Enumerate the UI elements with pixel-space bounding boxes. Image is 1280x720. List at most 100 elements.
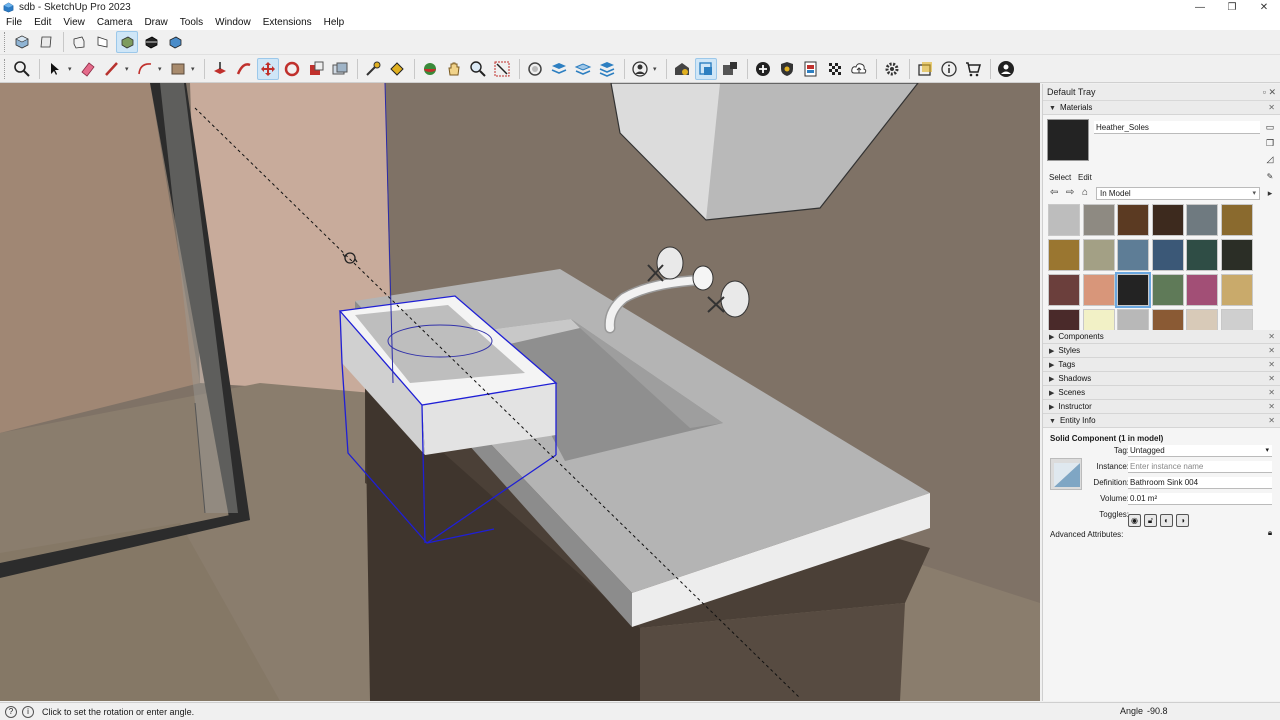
lock-icon[interactable]: 🔒︎ xyxy=(1265,528,1275,539)
material-swatch[interactable] xyxy=(1151,204,1184,236)
material-swatch[interactable] xyxy=(1151,239,1184,271)
create-material-icon[interactable]: ❒ xyxy=(1264,137,1276,149)
measurements-input[interactable]: -90.8 xyxy=(1147,706,1168,716)
close-icon[interactable]: ✕ xyxy=(1268,400,1275,414)
home-icon[interactable]: ⌂ xyxy=(1082,187,1088,198)
menu-draw[interactable]: Draw xyxy=(138,15,173,30)
move-icon[interactable] xyxy=(257,58,279,80)
materials-panel-header[interactable]: ▼ Materials ✕ xyxy=(1043,101,1280,115)
minimize-button[interactable]: — xyxy=(1184,0,1216,15)
tape-measure-icon[interactable] xyxy=(362,58,384,80)
material-swatch[interactable] xyxy=(1048,204,1080,236)
menu-view[interactable]: View xyxy=(57,15,91,30)
material-swatch[interactable] xyxy=(1220,204,1253,236)
maximize-button[interactable]: ❐ xyxy=(1216,0,1248,15)
default-material-icon[interactable]: ◿ xyxy=(1264,153,1276,165)
tray-pin-close-icon[interactable]: ▫ ✕ xyxy=(1263,84,1276,101)
material-swatch[interactable] xyxy=(1151,309,1184,330)
current-material-swatch[interactable] xyxy=(1047,119,1089,161)
material-swatch[interactable] xyxy=(1048,309,1080,330)
scene-icon[interactable] xyxy=(914,58,936,80)
instructor-panel-header[interactable]: ▶ Instructor ✕ xyxy=(1043,400,1280,414)
chevron-down-icon[interactable]: ▾ xyxy=(158,65,164,73)
zoom-extents-icon[interactable] xyxy=(11,58,33,80)
eyedropper-icon[interactable]: ✎ xyxy=(1264,171,1276,183)
chevron-down-icon[interactable]: ▾ xyxy=(125,65,131,73)
forward-arrow-icon[interactable]: ⇨ xyxy=(1066,187,1074,198)
cast-shadows-icon[interactable]: ◑ xyxy=(1176,514,1189,527)
rectangle-icon[interactable] xyxy=(167,58,189,80)
material-swatch[interactable] xyxy=(1082,204,1115,236)
zoom-icon[interactable] xyxy=(467,58,489,80)
back-arrow-icon[interactable]: ⇦ xyxy=(1050,187,1058,198)
cart-icon[interactable] xyxy=(962,58,984,80)
info-icon[interactable] xyxy=(938,58,960,80)
chevron-down-icon[interactable]: ▾ xyxy=(68,65,74,73)
toolbar-grip[interactable] xyxy=(4,59,7,79)
arc-icon[interactable] xyxy=(134,58,156,80)
close-icon[interactable]: ✕ xyxy=(1268,101,1275,115)
material-swatch[interactable] xyxy=(1186,239,1218,271)
profile-icon[interactable] xyxy=(995,58,1017,80)
material-swatch[interactable] xyxy=(1220,274,1253,306)
material-swatch[interactable] xyxy=(1186,274,1218,306)
layers-alt-icon[interactable] xyxy=(596,58,618,80)
section-plane-icon[interactable] xyxy=(524,58,546,80)
material-library-select[interactable]: In Model ▾ xyxy=(1096,187,1260,200)
eraser-icon[interactable] xyxy=(77,58,99,80)
chevron-down-icon[interactable]: ▾ xyxy=(653,65,659,73)
menu-extensions[interactable]: Extensions xyxy=(257,15,318,30)
close-button[interactable]: ✕ xyxy=(1248,0,1280,15)
display-secondary-icon[interactable]: ▭ xyxy=(1264,121,1276,133)
back-view-icon[interactable] xyxy=(116,31,138,53)
tab-select[interactable]: Select xyxy=(1049,173,1071,182)
warehouse-icon[interactable] xyxy=(671,58,693,80)
toolbar-grip[interactable] xyxy=(4,32,7,52)
geo-location-icon[interactable]: ? xyxy=(5,705,17,718)
close-icon[interactable]: ✕ xyxy=(1268,372,1275,386)
cloud-upload-icon[interactable] xyxy=(848,58,870,80)
close-icon[interactable]: ✕ xyxy=(1268,386,1275,400)
material-swatch[interactable] xyxy=(1082,239,1115,271)
material-swatch[interactable] xyxy=(1082,274,1115,306)
follow-me-icon[interactable] xyxy=(233,58,255,80)
paint-bucket-icon[interactable] xyxy=(386,58,408,80)
components-panel-header[interactable]: ▶ Components ✕ xyxy=(1043,330,1280,344)
instance-name-input[interactable]: Enter instance name xyxy=(1128,461,1272,473)
component-select-icon[interactable] xyxy=(695,58,717,80)
scenes-panel-header[interactable]: ▶ Scenes ✕ xyxy=(1043,386,1280,400)
checker-icon[interactable] xyxy=(824,58,846,80)
top-view-icon[interactable] xyxy=(35,31,57,53)
iso-view-icon[interactable] xyxy=(11,31,33,53)
scene-canvas[interactable] xyxy=(0,83,1040,701)
menu-window[interactable]: Window xyxy=(209,15,257,30)
select-arrow-icon[interactable] xyxy=(44,58,66,80)
material-swatch[interactable] xyxy=(1048,239,1080,271)
bottom-view-icon[interactable] xyxy=(164,31,186,53)
eye-visibility-icon[interactable]: ◉ xyxy=(1128,514,1141,527)
menu-file[interactable]: File xyxy=(0,15,28,30)
zoom-window-icon[interactable] xyxy=(491,58,513,80)
material-swatch[interactable] xyxy=(1151,274,1184,306)
push-pull-icon[interactable] xyxy=(209,58,231,80)
material-swatch[interactable] xyxy=(1117,239,1149,271)
close-icon[interactable]: ✕ xyxy=(1268,358,1275,372)
close-icon[interactable]: ✕ xyxy=(1268,330,1275,344)
scale-icon[interactable] xyxy=(305,58,327,80)
shield-icon[interactable] xyxy=(776,58,798,80)
chevron-down-icon[interactable]: ▾ xyxy=(191,65,197,73)
left-view-icon[interactable] xyxy=(140,31,162,53)
front-view-icon[interactable] xyxy=(68,31,90,53)
close-icon[interactable]: ✕ xyxy=(1268,414,1275,428)
material-swatch[interactable] xyxy=(1117,204,1149,236)
extension-manager-icon[interactable] xyxy=(719,58,741,80)
tab-edit[interactable]: Edit xyxy=(1078,173,1092,182)
help-icon[interactable]: i xyxy=(22,705,34,718)
tags-panel-header[interactable]: ▶ Tags ✕ xyxy=(1043,358,1280,372)
modeling-viewport[interactable] xyxy=(0,83,1040,701)
stack-icon[interactable] xyxy=(572,58,594,80)
rotate-icon[interactable] xyxy=(281,58,303,80)
styles-panel-header[interactable]: ▶ Styles ✕ xyxy=(1043,344,1280,358)
menu-tools[interactable]: Tools xyxy=(174,15,209,30)
right-view-icon[interactable] xyxy=(92,31,114,53)
